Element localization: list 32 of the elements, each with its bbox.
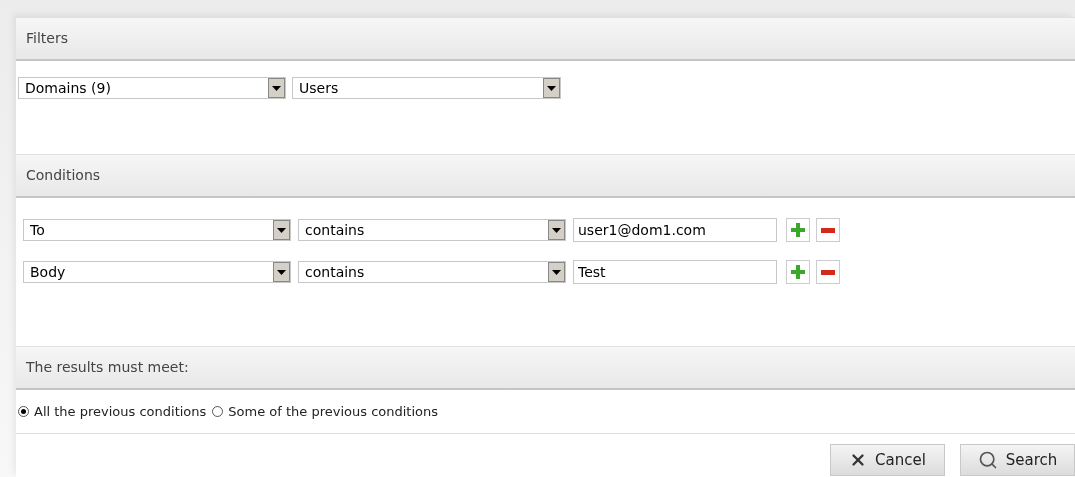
dropdown-value: Users — [298, 78, 340, 98]
dropdown[interactable]: Domains (9) — [18, 77, 286, 99]
section-title: The results must meet: — [26, 358, 189, 377]
plus-icon — [791, 223, 805, 237]
dropdown[interactable]: Users — [292, 77, 561, 99]
dropdown-value: contains — [304, 220, 366, 240]
add-button[interactable] — [786, 218, 810, 242]
dropdown[interactable]: contains — [298, 261, 566, 283]
minus-icon — [821, 227, 835, 233]
remove-button[interactable] — [816, 260, 840, 284]
dropdown-value: Domains (9) — [24, 78, 112, 98]
radio-label: All the previous conditions — [34, 402, 207, 421]
search-button[interactable]: Search — [960, 444, 1075, 476]
dropdown[interactable]: contains — [298, 219, 566, 241]
cancel-button[interactable]: Cancel — [830, 444, 945, 476]
section-title: Conditions — [26, 166, 101, 185]
radio-button[interactable] — [212, 406, 224, 417]
section-title: Filters — [26, 29, 68, 48]
value-field[interactable]: user1@dom1.com — [573, 218, 777, 242]
dropdown[interactable]: To — [23, 219, 291, 241]
add-button[interactable] — [786, 260, 810, 284]
dropdown-value: Body — [29, 262, 67, 282]
radio-label: Some of the previous conditions — [228, 402, 439, 421]
value-field[interactable]: Test — [573, 260, 777, 284]
minus-icon — [821, 269, 835, 275]
dropdown[interactable]: Body — [23, 261, 291, 283]
dropdown-value: contains — [304, 262, 366, 282]
dropdown-value: To — [29, 220, 46, 240]
search-icon — [977, 450, 998, 470]
plus-icon — [791, 265, 805, 279]
remove-button[interactable] — [816, 218, 840, 242]
radio-button[interactable] — [18, 406, 29, 417]
